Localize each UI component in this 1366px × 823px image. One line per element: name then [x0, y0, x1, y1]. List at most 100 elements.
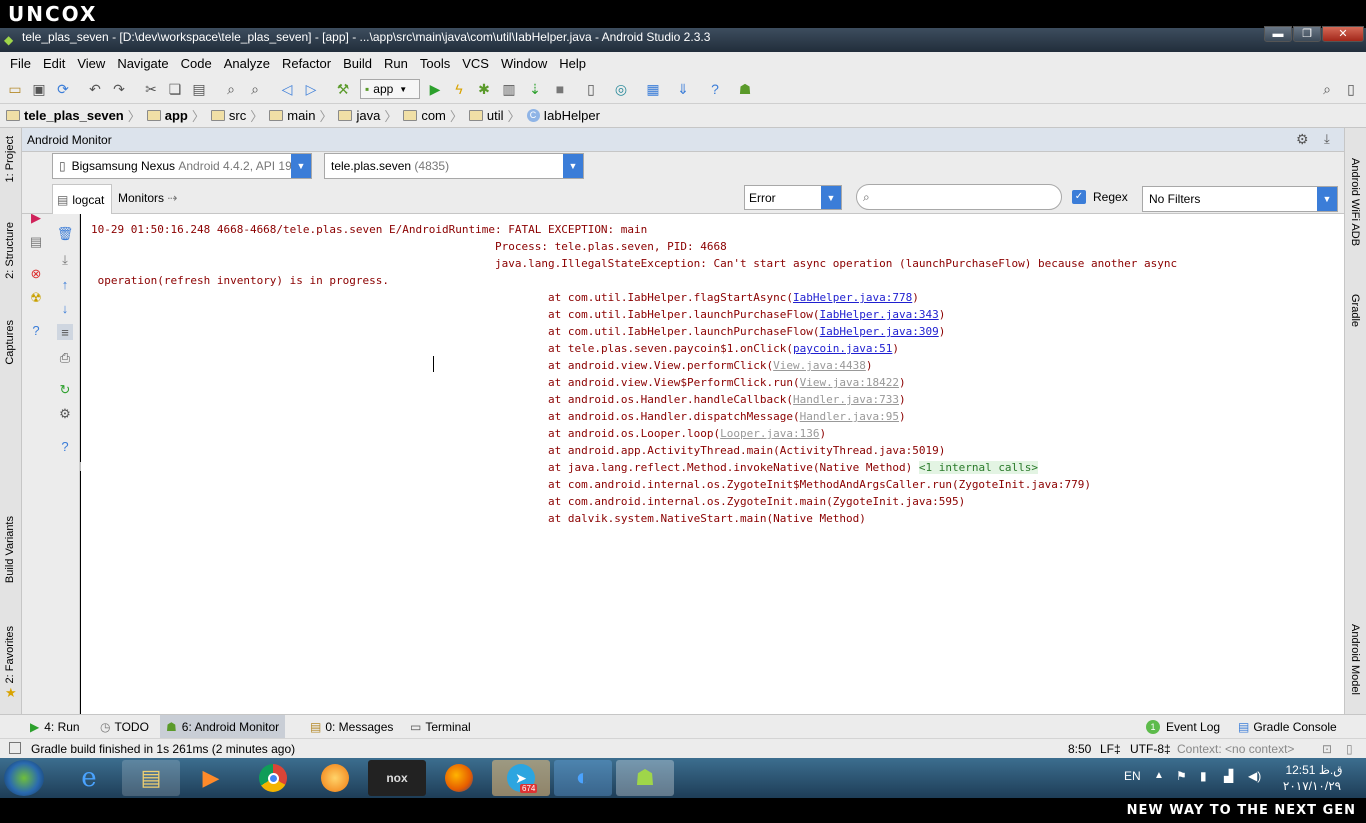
hide-panel-icon[interactable]: ⤓	[1324, 131, 1330, 147]
menu-refactor[interactable]: Refactor	[276, 56, 337, 71]
project-structure-icon[interactable]: ▦	[644, 80, 662, 98]
inspector-icon[interactable]: ▯	[1346, 742, 1353, 756]
log-level-select[interactable]: Error ▼	[744, 185, 842, 210]
battery-icon[interactable]: ▮	[1200, 769, 1207, 783]
paste-icon[interactable]: ▤	[190, 80, 208, 98]
tab-todo[interactable]: ◷ TODO	[94, 715, 155, 739]
clock-time[interactable]: 12:51 ق.ظ	[1284, 763, 1344, 777]
help-icon[interactable]: ?	[706, 80, 724, 98]
clear-logcat-icon[interactable]: 🗑	[57, 226, 74, 242]
run-config-select[interactable]: ▪ app ▼	[360, 79, 420, 99]
source-link[interactable]: IabHelper.java:778	[793, 291, 912, 304]
breadcrumb-java[interactable]: java 〉	[338, 106, 397, 125]
sdk-manager-icon[interactable]: ⇓	[674, 80, 692, 98]
tab-gradle-console[interactable]: ▤ Gradle Console	[1232, 715, 1343, 739]
clock-date[interactable]: ۲۰۱۷/۱۰/۲۹	[1280, 779, 1344, 793]
telegram-icon[interactable]: ➤ 674	[492, 760, 550, 796]
menu-tools[interactable]: Tools	[414, 56, 456, 71]
source-link[interactable]: Handler.java:95	[800, 410, 899, 423]
logcat-output[interactable]: 10-29 01:50:16.248 4668-4668/tele.plas.s…	[81, 214, 1344, 714]
undo-icon[interactable]: ↶	[86, 80, 104, 98]
breadcrumb-app[interactable]: app 〉	[146, 106, 205, 125]
breadcrumb-project[interactable]: tele_plas_seven 〉	[6, 106, 141, 125]
menu-window[interactable]: Window	[495, 56, 553, 71]
tool-tab-gradle[interactable]: Gradle	[1349, 294, 1361, 327]
caret-position[interactable]: 8:50	[1068, 742, 1091, 756]
android-studio-taskbar-icon[interactable]: ☗	[616, 760, 674, 796]
help-icon[interactable]: ?	[28, 322, 44, 338]
network-icon[interactable]: ▟	[1224, 769, 1233, 783]
tool-tab-favorites[interactable]: 2: Favorites	[4, 626, 16, 683]
menu-file[interactable]: File	[4, 56, 37, 71]
apply-changes-icon[interactable]: ϟ	[450, 80, 468, 98]
restart-icon[interactable]: ↻	[57, 382, 73, 398]
system-info-icon[interactable]: ▤	[28, 234, 44, 250]
toggle-tool-windows-icon[interactable]	[9, 742, 21, 754]
cut-icon[interactable]: ✂	[142, 80, 160, 98]
event-icon[interactable]: ▯	[1342, 80, 1360, 98]
media-player-icon[interactable]: ▶	[182, 760, 240, 796]
process-select[interactable]: tele.plas.seven (4835) ▼	[324, 153, 584, 179]
source-link[interactable]: paycoin.java:51	[793, 342, 892, 355]
menu-navigate[interactable]: Navigate	[111, 56, 174, 71]
gear-icon[interactable]: ⚙	[1296, 131, 1309, 148]
tab-messages[interactable]: ▤ 0: Messages	[304, 715, 399, 739]
menu-vcs[interactable]: VCS	[456, 56, 495, 71]
source-link[interactable]: IabHelper.java:309	[820, 325, 939, 338]
source-link[interactable]: Looper.java:136	[720, 427, 819, 440]
tab-android-monitor[interactable]: ☗ 6: Android Monitor	[160, 715, 286, 739]
profile-icon[interactable]: ▥	[500, 80, 518, 98]
menu-run[interactable]: Run	[378, 56, 414, 71]
sync-gradle-icon[interactable]: ◎	[612, 80, 630, 98]
gc-icon[interactable]: ☢	[28, 290, 44, 306]
tab-event-log[interactable]: 1 Event Log	[1140, 715, 1226, 739]
minimize-button[interactable]: ▬	[1264, 26, 1292, 42]
debug-icon[interactable]: ✱	[475, 80, 493, 98]
help-icon[interactable]: ?	[57, 438, 73, 454]
android-monitor-icon[interactable]: ☗	[736, 80, 754, 98]
tool-tab-structure[interactable]: 2: Structure	[4, 222, 16, 279]
action-center-icon[interactable]: ⚑	[1176, 769, 1187, 783]
settings-icon[interactable]: ⚙	[57, 406, 73, 422]
source-link[interactable]: View.java:18422	[800, 376, 899, 389]
tab-logcat[interactable]: ▤ logcat	[52, 184, 112, 214]
scroll-to-end-icon[interactable]: ⤓	[57, 252, 73, 268]
start-button[interactable]	[4, 760, 44, 796]
file-encoding[interactable]: UTF-8‡	[1130, 742, 1171, 756]
breadcrumb-main[interactable]: main 〉	[269, 106, 332, 125]
media-app-icon[interactable]	[306, 760, 364, 796]
soft-wrap-icon[interactable]: ≡	[57, 324, 73, 340]
attach-debugger-icon[interactable]: ⇣	[526, 80, 544, 98]
terminate-app-icon[interactable]: ⊗	[28, 266, 44, 282]
tool-tab-project[interactable]: 1: Project	[4, 136, 16, 182]
menu-view[interactable]: View	[71, 56, 111, 71]
print-icon[interactable]: ⎙	[57, 350, 73, 366]
search-input[interactable]: ⌕	[856, 184, 1062, 210]
source-link[interactable]: Handler.java:733	[793, 393, 899, 406]
tool-tab-captures[interactable]: Captures	[4, 320, 16, 365]
breadcrumb-class[interactable]: C IabHelper	[526, 108, 600, 123]
device-select[interactable]: ▯ Bigsamsung Nexus Android 4.4.2, API 19…	[52, 153, 312, 179]
menu-build[interactable]: Build	[337, 56, 378, 71]
breadcrumb-src[interactable]: src 〉	[210, 106, 263, 125]
tab-monitors[interactable]: Monitors ⇢	[118, 191, 177, 205]
up-arrow-icon[interactable]: ↑	[57, 276, 73, 292]
search-everywhere-icon[interactable]: ⌕	[1318, 80, 1336, 98]
nox-icon[interactable]: nox	[368, 760, 426, 796]
lock-icon[interactable]: ⊡	[1322, 742, 1332, 756]
internet-explorer-icon[interactable]: e	[60, 760, 118, 796]
copy-icon[interactable]: ❏	[166, 80, 184, 98]
down-arrow-icon[interactable]: ↓	[57, 300, 73, 316]
chrome-icon[interactable]	[244, 760, 302, 796]
breadcrumb-util[interactable]: util 〉	[468, 106, 521, 125]
tab-run[interactable]: ▶ 4: Run	[24, 715, 86, 739]
make-project-icon[interactable]: ⚒	[334, 80, 352, 98]
line-separator[interactable]: LF‡	[1100, 742, 1121, 756]
stop-icon[interactable]: ■	[551, 80, 569, 98]
tab-terminal[interactable]: ▭ Terminal	[404, 715, 477, 739]
open-folder-icon[interactable]: ▭	[6, 80, 24, 98]
breadcrumb-com[interactable]: com 〉	[403, 106, 463, 125]
redo-icon[interactable]: ↷	[110, 80, 128, 98]
explorer-icon[interactable]: ▤	[122, 760, 180, 796]
find-icon[interactable]: ⌕	[222, 80, 240, 98]
